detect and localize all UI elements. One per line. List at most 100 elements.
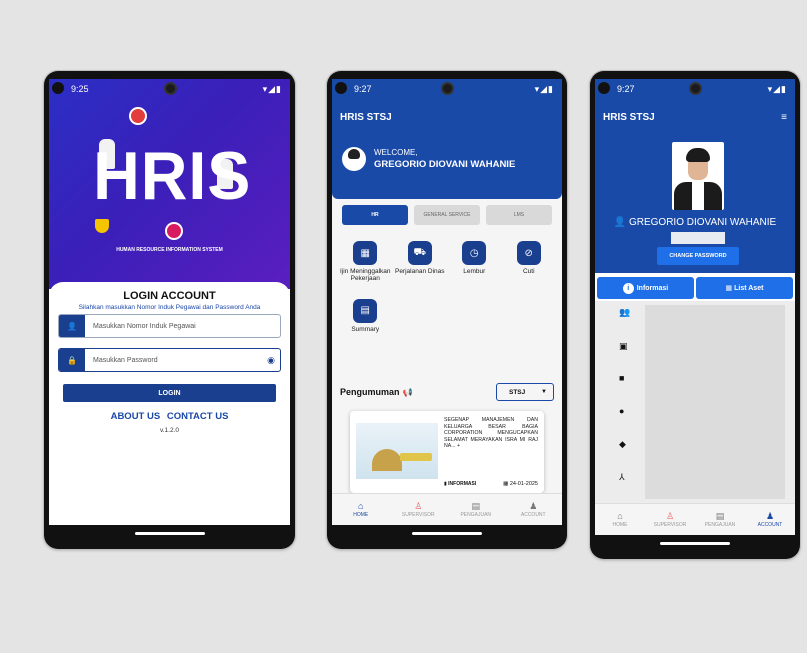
welcome-label: WELCOME,	[374, 148, 418, 157]
phone-login: 9:25 ▾◢▮ HRIS HUMAN RESOURCE INFORMATION…	[44, 71, 295, 549]
home-icon: ⌂	[617, 510, 623, 521]
user-icon: 👤	[59, 315, 85, 337]
login-screen: 9:25 ▾◢▮ HRIS HUMAN RESOURCE INFORMATION…	[49, 79, 290, 541]
group-icon: 👥	[619, 307, 631, 317]
menu-item-summary[interactable]: ▤ Summary	[338, 298, 393, 333]
announcement-card[interactable]: SEGENAP MANAJEMEN DAN KELUARGA BESAR BAG…	[350, 411, 544, 493]
front-camera-icon	[689, 82, 702, 95]
calendar-icon: ▦	[353, 241, 378, 265]
profile-name: 👤 GREGORIO DIOVANI WAHANIE	[595, 217, 795, 228]
avatar	[342, 147, 366, 171]
nav-supervisor[interactable]: ♙ SUPERVISOR	[645, 504, 695, 535]
home-icon: ⌂	[358, 500, 364, 511]
account-icon: ♟	[529, 500, 538, 511]
employee-id-box	[671, 232, 725, 244]
tab-general-service[interactable]: GENERAL SERVICE	[414, 205, 480, 225]
menu-item-perjalanan-dinas[interactable]: ⛟ Perjalanan Dinas	[393, 241, 448, 283]
status-bar: 9:25 ▾◢▮	[49, 79, 290, 99]
account-screen: 9:27 ▾◢▮ HRIS STSJ ≡ 👤 GREGORIO DIOVANI …	[595, 79, 795, 551]
menu-item-cuti[interactable]: ⊘ Cuti	[502, 241, 557, 283]
front-camera-icon	[441, 82, 454, 95]
nav-home[interactable]: ⌂ HOME	[332, 494, 390, 525]
nav-supervisor[interactable]: ♙ SUPERVISOR	[390, 494, 448, 525]
tab-hr[interactable]: HR	[342, 205, 408, 225]
announcement-image	[356, 423, 438, 479]
supervisor-icon: ♙	[414, 500, 423, 511]
app-title: HRIS STSJ	[340, 111, 392, 123]
phone-account: 9:27 ▾◢▮ HRIS STSJ ≡ 👤 GREGORIO DIOVANI …	[590, 71, 800, 559]
announcement-filter-select[interactable]: STSJ ▼	[496, 383, 554, 401]
chevron-down-icon: ▼	[541, 389, 547, 395]
eye-icon[interactable]: ◉	[262, 355, 280, 366]
list-icon: ▦	[725, 285, 733, 292]
tab-informasi[interactable]: i Informasi	[597, 277, 694, 299]
bottom-navigation: ⌂ HOME ♙ SUPERVISOR ▤ PENGAJUAN ♟ ACCOUNT	[595, 503, 795, 535]
system-nav-bar	[332, 525, 562, 541]
about-us-link[interactable]: ABOUT US	[111, 411, 161, 422]
status-bar: 9:27 ▾◢▮	[595, 79, 795, 99]
login-card: LOGIN ACCOUNT Silahkan masukkan Nomor In…	[49, 282, 290, 525]
contact-us-link[interactable]: CONTACT US	[167, 411, 229, 422]
nav-label: HOME	[353, 511, 369, 518]
leave-icon: ⊘	[516, 241, 541, 265]
announcement-date-value: 24-01-2025	[509, 481, 538, 487]
signal-battery-icon: ▾◢▮	[262, 83, 282, 94]
home-indicator[interactable]	[134, 532, 205, 535]
lock-icon: 🔒	[59, 349, 85, 371]
tab-list-aset[interactable]: ▦ List Aset	[696, 277, 793, 299]
status-time: 9:25	[71, 84, 89, 94]
menu-item-label: Perjalanan Dinas	[394, 268, 445, 275]
status-bar: 9:27 ▾◢▮	[332, 79, 562, 99]
nav-home[interactable]: ⌂ HOME	[595, 504, 645, 535]
login-button[interactable]: LOGIN	[63, 384, 276, 402]
user-name: GREGORIO DIOVANI WAHANIE	[374, 159, 516, 170]
document-icon: ▤	[715, 510, 725, 521]
clock-icon	[129, 107, 147, 125]
profile-tabs: i Informasi ▦ List Aset	[597, 277, 793, 299]
nip-field[interactable]: 👤 Masukkan Nomor Induk Pegawai	[58, 314, 281, 338]
document-icon: ▤	[471, 500, 480, 511]
password-field[interactable]: 🔒 Masukkan Password ◉	[58, 348, 281, 372]
footer-links: ABOUT US CONTACT US	[49, 411, 290, 422]
nav-label: PENGAJUAN	[704, 521, 736, 528]
tab-lms[interactable]: LMS	[486, 205, 552, 225]
camera-punch-icon	[52, 82, 64, 94]
menu-item-ijin[interactable]: ▦ Ijin Meninggalkan Pekerjaan	[338, 241, 393, 283]
menu-item-label: Summary	[351, 325, 380, 333]
welcome-banner: WELCOME, GREGORIO DIOVANI WAHANIE	[332, 135, 562, 199]
announcement-text: SEGENAP MANAJEMEN DAN KELUARGA BESAR BAG…	[444, 417, 538, 449]
nav-pengajuan[interactable]: ▤ PENGAJUAN	[447, 494, 505, 525]
photo-shirt	[692, 182, 704, 210]
announcement-category-label: INFORMASI	[448, 481, 477, 487]
nav-account[interactable]: ♟ ACCOUNT	[505, 494, 563, 525]
system-nav-bar	[595, 535, 795, 551]
clock-plus-icon: ◷	[462, 241, 487, 265]
department-icon: ▣	[619, 341, 628, 351]
banner-ribbon-icon	[400, 453, 432, 461]
shield-icon: ◆	[619, 439, 626, 449]
menu-item-lembur[interactable]: ◷ Lembur	[447, 241, 502, 283]
nav-pengajuan[interactable]: ▤ PENGAJUAN	[695, 504, 745, 535]
announcement-title: Pengumuman	[340, 387, 400, 397]
camera-punch-icon	[598, 82, 610, 94]
change-password-button[interactable]: CHANGE PASSWORD	[657, 247, 739, 265]
supervisor-icon: ♙	[665, 510, 675, 521]
home-indicator[interactable]	[412, 532, 482, 535]
signal-battery-icon: ▾◢▮	[534, 83, 554, 94]
nav-label: SUPERVISOR	[401, 511, 435, 518]
tab-label: List Aset	[734, 284, 764, 292]
menu-icon[interactable]: ≡	[781, 112, 787, 123]
announcement-filter-value: STSJ	[509, 388, 526, 396]
home-indicator[interactable]	[660, 542, 730, 545]
profile-photo	[672, 142, 724, 210]
tab-label: Informasi	[636, 284, 669, 292]
nav-label: ACCOUNT	[520, 511, 546, 518]
nav-account[interactable]: ♟ ACCOUNT	[745, 504, 795, 535]
megaphone-icon: 📢	[402, 387, 413, 397]
module-tabs: HR GENERAL SERVICE LMS	[342, 205, 552, 225]
profile-name-text: GREGORIO DIOVANI WAHANIE	[628, 217, 777, 228]
info-placeholder-panel	[645, 305, 785, 499]
status-time: 9:27	[617, 84, 635, 94]
menu-item-label: Lembur	[463, 268, 486, 275]
company-logo-icon	[167, 224, 181, 238]
